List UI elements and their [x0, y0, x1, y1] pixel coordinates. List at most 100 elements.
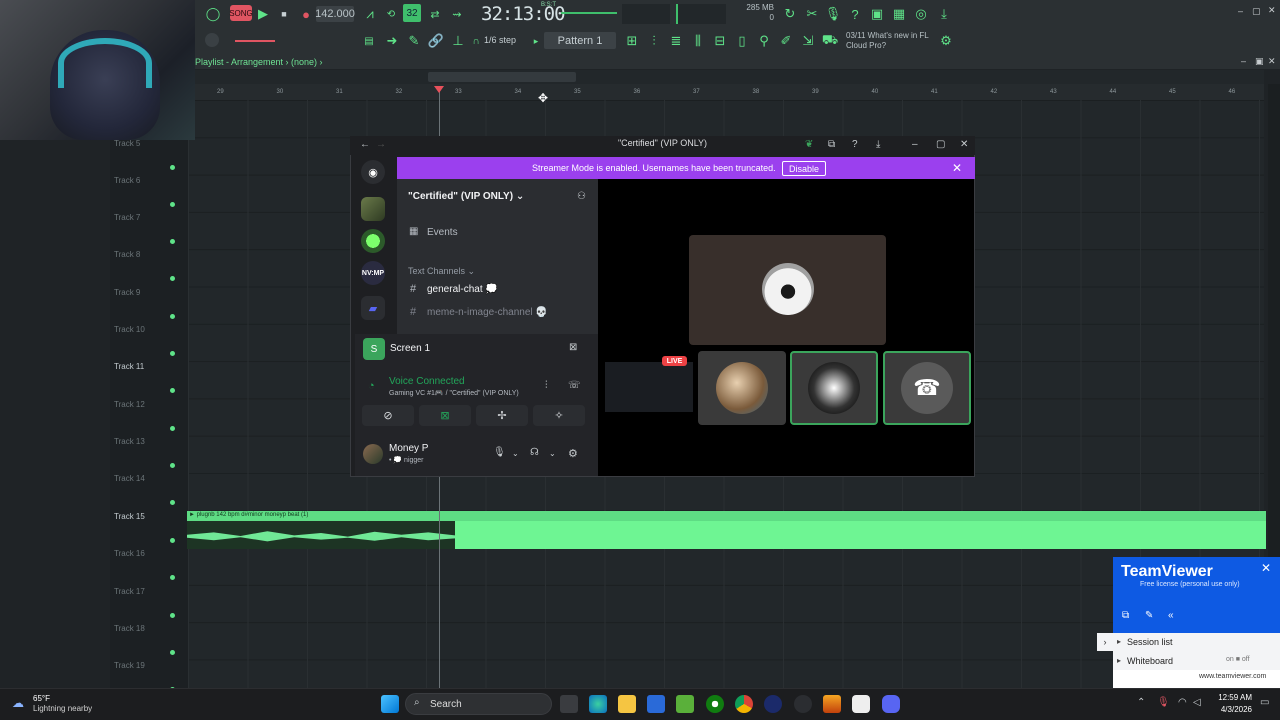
- track-label[interactable]: Track 13: [114, 437, 145, 446]
- news-gear-icon[interactable]: ⚙: [938, 32, 954, 50]
- metronome-icon[interactable]: ◯: [203, 5, 223, 23]
- playlist-snap-icon[interactable]: ▤: [360, 32, 378, 50]
- typing-keyboard-icon[interactable]: ⩘: [361, 5, 379, 23]
- timeline-ruler[interactable]: [194, 84, 1264, 100]
- soundboard-button[interactable]: ✧: [533, 405, 585, 426]
- folder-icon[interactable]: ▰: [361, 296, 385, 320]
- chat-icon[interactable]: ◎: [913, 5, 929, 23]
- track-mute-led[interactable]: [170, 351, 175, 356]
- microphone-icon[interactable]: 🎙: [493, 447, 506, 458]
- track-label[interactable]: Track 9: [114, 288, 140, 297]
- browser-icon[interactable]: ⊟: [712, 32, 728, 50]
- magnet-icon[interactable]: ∩: [470, 32, 482, 50]
- activities-button[interactable]: ✢: [476, 405, 528, 426]
- store-icon[interactable]: [647, 695, 665, 713]
- track-label[interactable]: Track 6: [114, 176, 140, 185]
- track-label[interactable]: Track 10: [114, 325, 145, 334]
- capcut-icon[interactable]: [852, 695, 870, 713]
- microphone-icon[interactable]: 🎙: [825, 5, 842, 23]
- track-label[interactable]: Track 19: [114, 661, 145, 670]
- collapse-icon[interactable]: «: [1168, 610, 1174, 621]
- whiteboard-item[interactable]: Whiteboard: [1127, 656, 1173, 666]
- disconnect-icon[interactable]: ☏: [568, 380, 581, 391]
- stamp-icon[interactable]: ⊥: [449, 32, 467, 50]
- track-mute-led[interactable]: [170, 613, 175, 618]
- piano-roll-icon[interactable]: ⫶: [646, 32, 662, 50]
- teamviewer-close-icon[interactable]: ✕: [1261, 561, 1271, 575]
- track-mute-led[interactable]: [170, 463, 175, 468]
- record-icon[interactable]: ●: [298, 5, 314, 23]
- track-mute-led[interactable]: [170, 388, 175, 393]
- nitro-leaf-icon[interactable]: ❦: [805, 139, 813, 150]
- tray-overflow-icon[interactable]: ⌃: [1137, 697, 1145, 708]
- text-channels-header[interactable]: Text Channels ⌄: [408, 266, 475, 277]
- track-mute-led[interactable]: [170, 165, 175, 170]
- track-mute-led[interactable]: [170, 538, 175, 543]
- teamviewer-url[interactable]: www.teamviewer.com: [1199, 673, 1266, 680]
- wifi-icon[interactable]: ◠: [1178, 697, 1187, 708]
- signal-icon[interactable]: ◔: [368, 380, 375, 392]
- volume-icon[interactable]: ◁: [1193, 697, 1201, 708]
- blend-notes-icon[interactable]: ⇝: [448, 5, 466, 23]
- server-icon-2[interactable]: [361, 229, 385, 253]
- pattern-prev-icon[interactable]: ▸: [530, 32, 542, 50]
- discord-close-icon[interactable]: ✕: [960, 139, 968, 150]
- plugin-icon[interactable]: ⚲: [756, 32, 772, 50]
- discord-download-icon[interactable]: ⤓: [876, 139, 880, 150]
- track-mute-led[interactable]: [170, 202, 175, 207]
- track-mute-led[interactable]: [170, 575, 175, 580]
- xbox-icon[interactable]: [706, 695, 724, 713]
- song-mode-toggle[interactable]: SONG: [229, 5, 253, 21]
- teamviewer-expand-icon[interactable]: ›: [1097, 633, 1113, 651]
- track-label[interactable]: Track 16: [114, 549, 145, 558]
- channel-meme-n-image[interactable]: meme-n-image-channel 💀: [427, 307, 548, 318]
- chrome-icon[interactable]: [735, 695, 753, 713]
- plugin-picker-icon[interactable]: ⊞: [624, 32, 640, 50]
- headphones-icon[interactable]: ☊: [530, 447, 539, 458]
- clipboard-icon[interactable]: ⧉: [1122, 610, 1129, 621]
- discord-minimize-icon[interactable]: –: [912, 139, 918, 150]
- track-mute-led[interactable]: [170, 650, 175, 655]
- clock-date[interactable]: 4/3/2026: [1205, 705, 1252, 714]
- track-label[interactable]: Track 15: [114, 512, 145, 521]
- news-panel[interactable]: 03/11 What's new in FL Cloud Pro?: [846, 31, 936, 51]
- participant-tile-4[interactable]: ☎: [883, 351, 971, 425]
- banner-close-icon[interactable]: ✕: [952, 161, 962, 175]
- project-icon[interactable]: ▯: [734, 32, 750, 50]
- track-mute-led[interactable]: [170, 426, 175, 431]
- tempo-display[interactable]: 142.000: [315, 6, 355, 22]
- session-list-item[interactable]: Session list: [1127, 637, 1173, 647]
- camera-off-button[interactable]: ⊘: [362, 405, 414, 426]
- discord-help-icon[interactable]: ?: [852, 139, 858, 150]
- playlist-maximize-icon[interactable]: ▣: [1255, 56, 1264, 67]
- taskbar-search-input[interactable]: [405, 693, 552, 715]
- refresh-icon[interactable]: ↻: [782, 5, 798, 23]
- minecraft-icon[interactable]: [676, 695, 694, 713]
- participant-tile-2[interactable]: [698, 351, 786, 425]
- play-icon[interactable]: ▶: [255, 5, 271, 23]
- chevron-right-icon[interactable]: ▸: [1117, 656, 1121, 665]
- download-icon[interactable]: ⤓: [936, 5, 952, 23]
- chevron-right-icon[interactable]: ▸: [1117, 637, 1121, 646]
- clock-time[interactable]: 12:59 AM: [1210, 693, 1252, 702]
- track-label[interactable]: Track 7: [114, 213, 140, 222]
- fl-studio-icon[interactable]: [823, 695, 841, 713]
- track-label[interactable]: Track 11: [114, 362, 144, 371]
- pencil-icon[interactable]: ✎: [405, 32, 423, 50]
- discord-taskbar-icon[interactable]: [882, 695, 900, 713]
- steam-icon[interactable]: [794, 695, 812, 713]
- username[interactable]: Money P: [389, 443, 428, 454]
- whiteboard-toggle[interactable]: on ■ off: [1226, 656, 1250, 663]
- noise-suppression-icon[interactable]: ⫶: [545, 380, 548, 391]
- brush-icon[interactable]: ✐: [778, 32, 794, 50]
- weather-storm-icon[interactable]: ☁: [12, 696, 24, 710]
- minimize-icon[interactable]: –: [1238, 6, 1243, 16]
- countdown-icon[interactable]: ⟲: [382, 5, 400, 23]
- track-label[interactable]: Track 18: [114, 624, 145, 633]
- master-pitch-knob[interactable]: [205, 33, 219, 47]
- step-edit-icon[interactable]: 32: [403, 4, 421, 22]
- stop-icon[interactable]: ■: [276, 5, 292, 23]
- file-explorer-icon[interactable]: [618, 695, 636, 713]
- playlist-overview-strip[interactable]: [194, 70, 1264, 84]
- track-mute-led[interactable]: [170, 276, 175, 281]
